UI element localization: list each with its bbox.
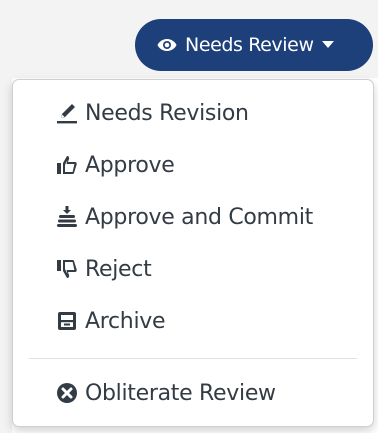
thumbs-down-icon [55,257,79,281]
eye-icon [157,35,177,55]
pen-icon [55,101,79,125]
menu-item-needs-revision[interactable]: Needs Revision [13,88,373,138]
menu-item-label: Approve [85,152,175,178]
menu-item-label: Reject [85,256,152,282]
page-background-edge [0,78,12,433]
coin-stack-icon [55,205,79,229]
menu-item-reject[interactable]: Reject [13,244,373,294]
review-actions-menu: Needs Revision Approve Approve and Commi… [12,79,374,427]
times-circle-icon [55,381,79,405]
menu-item-approve-and-commit[interactable]: Approve and Commit [13,192,373,242]
thumbs-up-icon [55,153,79,177]
menu-item-label: Needs Revision [85,100,249,126]
menu-item-label: Obliterate Review [85,380,276,406]
menu-item-label: Approve and Commit [85,204,313,230]
menu-item-label: Archive [85,308,166,334]
review-status-label: Needs Review [185,34,314,56]
archive-box-icon [55,309,79,333]
menu-item-obliterate-review[interactable]: Obliterate Review [13,368,373,418]
menu-item-approve[interactable]: Approve [13,140,373,190]
menu-item-archive[interactable]: Archive [13,296,373,346]
caret-down-icon [321,41,334,49]
menu-divider [29,358,357,359]
review-status-dropdown-button[interactable]: Needs Review [135,19,373,71]
